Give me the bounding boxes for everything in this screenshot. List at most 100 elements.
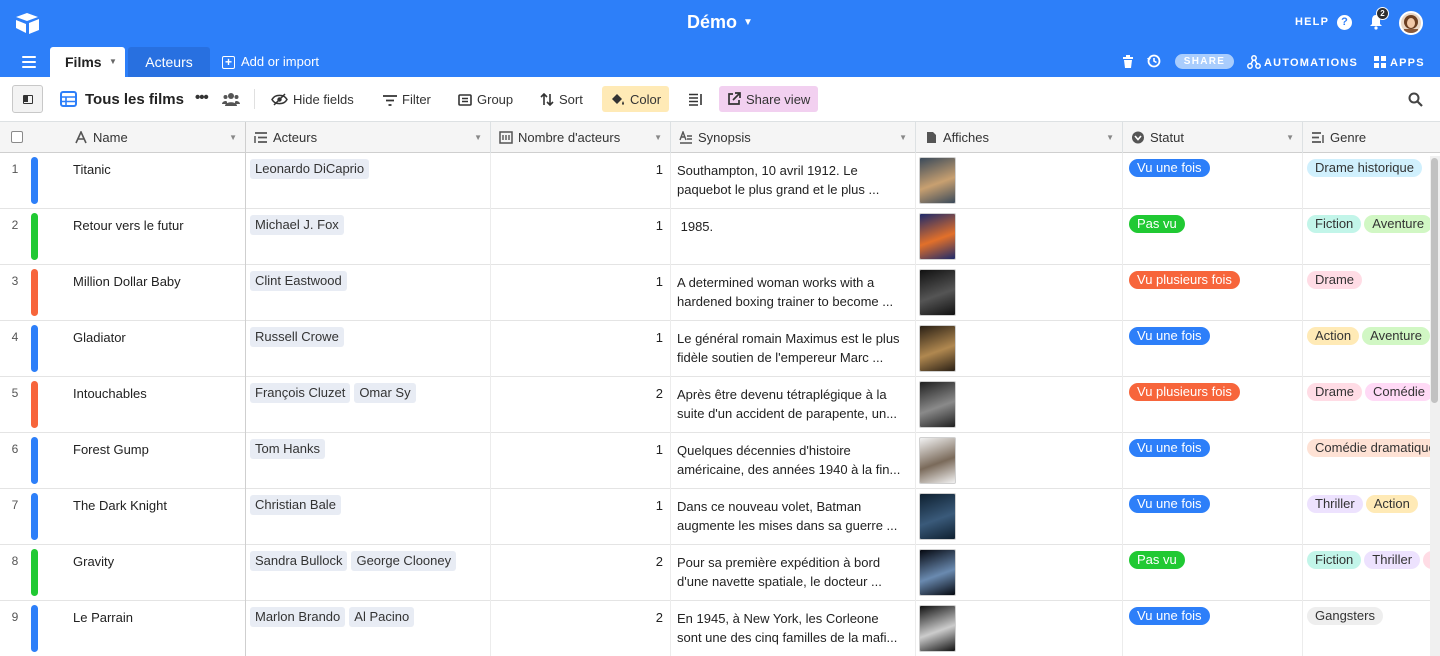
genre-tag[interactable]: Action [1307, 327, 1360, 345]
row-height-button[interactable] [680, 86, 716, 112]
column-header-affiches[interactable]: Affiches ▼ [916, 122, 1123, 153]
linked-record-chip[interactable]: Marlon Brando [250, 607, 346, 627]
linked-record-chip[interactable]: Al Pacino [349, 607, 415, 627]
poster-thumbnail[interactable] [919, 157, 956, 204]
tab-films[interactable]: Films ▼ [50, 47, 125, 77]
table-row[interactable]: 8 Gravity Sandra Bullock George Clooney 2 Pou… [0, 545, 1440, 601]
genre-cell[interactable]: Gangsters [1307, 607, 1440, 625]
genre-cell[interactable]: Drame [1307, 271, 1440, 289]
synopsis-text[interactable]: Après être devenu tétraplégique à la suit… [677, 385, 911, 423]
filter-button[interactable]: Filter [375, 86, 439, 112]
synopsis-text[interactable]: A determined woman works with a hardened … [677, 273, 911, 311]
column-header-synopsis[interactable]: Synopsis ▼ [671, 122, 916, 153]
chevron-down-icon[interactable]: ▼ [109, 57, 117, 66]
record-name[interactable]: Gladiator [73, 330, 126, 345]
status-badge[interactable]: Vu une fois [1129, 607, 1210, 625]
synopsis-text[interactable]: Quelques décennies d'histoire américaine,… [677, 441, 911, 479]
table-row[interactable]: 1 Titanic Leonardo DiCaprio 1 Southampton, 1… [0, 153, 1440, 209]
actors-cell[interactable]: Michael J. Fox [250, 215, 490, 235]
linked-record-chip[interactable]: François Cluzet [250, 383, 351, 403]
linked-record-chip[interactable]: Russell Crowe [250, 327, 344, 347]
status-cell[interactable]: Vu plusieurs fois [1129, 383, 1243, 401]
scrollbar-thumb[interactable] [1431, 158, 1438, 403]
hide-fields-button[interactable]: Hide fields [263, 86, 362, 112]
poster-thumbnail[interactable] [919, 549, 956, 596]
status-cell[interactable]: Vu plusieurs fois [1129, 271, 1243, 289]
status-badge[interactable]: Vu plusieurs fois [1129, 383, 1240, 401]
menu-icon[interactable] [22, 56, 36, 68]
genre-tag[interactable]: Drame [1307, 383, 1363, 401]
view-name[interactable]: Tous les films [85, 91, 184, 108]
table-row[interactable]: 9 Le Parrain Marlon Brando Al Pacino 2 En 194… [0, 601, 1440, 656]
synopsis-text[interactable]: Southampton, 10 avril 1912. Le paquebot l… [677, 161, 911, 199]
group-button[interactable]: Group [450, 86, 521, 112]
record-name[interactable]: Intouchables [73, 386, 147, 401]
poster-thumbnail[interactable] [919, 381, 956, 428]
chevron-down-icon[interactable]: ▼ [1286, 133, 1294, 142]
genre-cell[interactable]: FictionThrillerDrame [1307, 551, 1440, 569]
select-all-checkbox[interactable] [11, 131, 23, 143]
genre-tag[interactable]: Drame [1307, 271, 1363, 289]
record-name[interactable]: Forest Gump [73, 442, 149, 457]
record-name[interactable]: Titanic [73, 162, 111, 177]
status-cell[interactable]: Vu une fois [1129, 607, 1213, 625]
status-badge[interactable]: Vu une fois [1129, 159, 1210, 177]
actors-cell[interactable]: François Cluzet Omar Sy [250, 383, 490, 403]
linked-record-chip[interactable]: Clint Eastwood [250, 271, 347, 291]
table-row[interactable]: 4 Gladiator Russell Crowe 1 Le général romai… [0, 321, 1440, 377]
genre-cell[interactable]: Drame Comédie [1307, 383, 1440, 401]
tab-acteurs[interactable]: Acteurs [128, 47, 210, 77]
poster-thumbnail[interactable] [919, 437, 956, 484]
status-badge[interactable]: Pas vu [1129, 215, 1185, 233]
status-badge[interactable]: Vu une fois [1129, 327, 1210, 345]
table-row[interactable]: 7 The Dark Knight Christian Bale 1 Dans ce n… [0, 489, 1440, 545]
genre-cell[interactable]: Fiction Aventure [1307, 215, 1440, 233]
actors-cell[interactable]: Marlon Brando Al Pacino [250, 607, 490, 627]
record-name[interactable]: The Dark Knight [73, 498, 167, 513]
history-icon[interactable] [1146, 53, 1162, 69]
linked-record-chip[interactable]: Leonardo DiCaprio [250, 159, 370, 179]
genre-tag[interactable]: Fiction [1307, 215, 1362, 233]
synopsis-text[interactable]: 1985. [677, 217, 911, 236]
base-title-text[interactable]: Démo [687, 12, 737, 32]
avatar[interactable] [1399, 11, 1423, 35]
linked-record-chip[interactable]: Tom Hanks [250, 439, 326, 459]
genre-tag[interactable]: Comédie [1365, 383, 1434, 401]
add-or-import-button[interactable]: + Add or import [222, 54, 319, 69]
synopsis-text[interactable]: Pour sa première expédition à bord d'une … [677, 553, 911, 591]
column-header-genre[interactable]: Genre [1303, 122, 1440, 153]
status-cell[interactable]: Vu une fois [1129, 439, 1213, 457]
table-row[interactable]: 3 Million Dollar Baby Clint Eastwood 1 A det… [0, 265, 1440, 321]
search-icon[interactable] [1408, 92, 1423, 107]
linked-record-chip[interactable]: Sandra Bullock [250, 551, 348, 571]
help-link[interactable]: HELP [1295, 16, 1329, 28]
synopsis-text[interactable]: Dans ce nouveau volet, Batman augmente le… [677, 497, 911, 535]
genre-tag[interactable]: Action [1365, 495, 1418, 513]
actors-cell[interactable]: Sandra Bullock George Clooney [250, 551, 490, 571]
tab-films-label[interactable]: Films [65, 54, 102, 70]
genre-tag[interactable]: Gangsters [1307, 607, 1383, 625]
status-badge[interactable]: Vu une fois [1129, 439, 1210, 457]
apps-button[interactable]: APPS [1373, 55, 1425, 69]
genre-cell[interactable]: Thriller Action [1307, 495, 1440, 513]
record-name[interactable]: Le Parrain [73, 610, 133, 625]
linked-record-chip[interactable]: George Clooney [351, 551, 457, 571]
actors-cell[interactable]: Christian Bale [250, 495, 490, 515]
poster-thumbnail[interactable] [919, 269, 956, 316]
column-header-name[interactable]: Name ▼ [66, 122, 246, 153]
status-cell[interactable]: Pas vu [1129, 551, 1188, 569]
genre-tag[interactable]: Fiction [1307, 551, 1362, 569]
color-button[interactable]: Color [602, 86, 670, 112]
linked-record-chip[interactable]: Christian Bale [250, 495, 341, 515]
column-header-acteurs[interactable]: Acteurs ▼ [246, 122, 491, 153]
record-name[interactable]: Retour vers le futur [73, 218, 184, 233]
poster-thumbnail[interactable] [919, 605, 956, 652]
vertical-scrollbar[interactable] [1430, 156, 1440, 656]
actors-cell[interactable]: Russell Crowe [250, 327, 490, 347]
chevron-down-icon[interactable]: ▼ [474, 133, 482, 142]
chevron-down-icon[interactable]: ▼ [229, 133, 237, 142]
actors-cell[interactable]: Leonardo DiCaprio [250, 159, 490, 179]
status-cell[interactable]: Vu une fois [1129, 327, 1213, 345]
actors-cell[interactable]: Clint Eastwood [250, 271, 490, 291]
share-button[interactable]: SHARE [1175, 54, 1234, 69]
